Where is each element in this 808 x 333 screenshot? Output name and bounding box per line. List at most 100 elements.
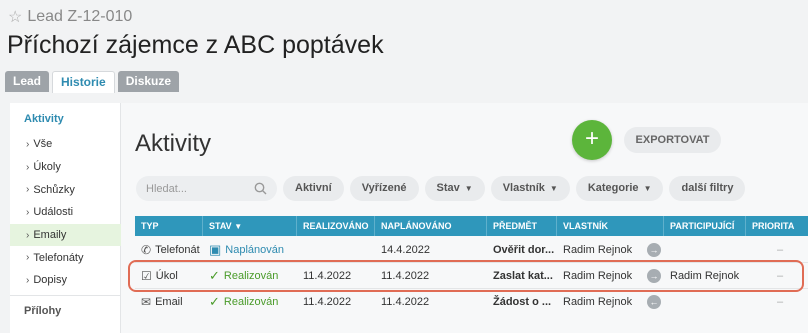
filter-label: Vyřízené	[361, 182, 407, 194]
search-input[interactable]: Hledat...	[136, 176, 277, 201]
sidebar-item-label: Emaily	[33, 229, 67, 242]
lead-id-text: Lead Z-12-010	[27, 8, 133, 25]
column-header-participujici[interactable]: PARTICIPUJÍCÍ	[664, 216, 746, 236]
chevron-down-icon: ▼	[643, 184, 652, 193]
sidebar-item-schuzky[interactable]: › Schůzky	[10, 178, 121, 201]
cell-subject[interactable]: Žádost o ...	[487, 290, 557, 314]
chevron-right-icon: ›	[26, 252, 30, 264]
filter-bar: Hledat... Aktivní Vyřízené Stav ▼ Vlastní…	[136, 176, 746, 201]
column-header-vlastnik[interactable]: VLASTNÍK	[557, 216, 664, 236]
row-highlight-outline	[128, 260, 804, 292]
sidebar-item-label: Telefonáty	[33, 251, 84, 264]
type-label: Telefonát	[155, 244, 200, 256]
phone-icon: ✆	[141, 243, 152, 257]
cell-realized: 11.4.2022	[303, 296, 352, 308]
add-button[interactable]: +	[572, 120, 612, 160]
sidebar: Aktivity › Vše › Úkoly › Schůzky › Události …	[10, 103, 121, 333]
chevron-down-icon: ▼	[549, 184, 558, 193]
filter-label: Vlastník	[502, 182, 545, 194]
filter-vyrizene[interactable]: Vyřízené	[349, 176, 419, 201]
column-header-priorita[interactable]: PRIORITA	[746, 216, 808, 236]
tab-diskuze[interactable]: Diskuze	[117, 71, 180, 92]
sidebar-item-label: Události	[33, 206, 74, 219]
lead-id: ☆ Lead Z-12-010	[8, 7, 132, 27]
sidebar-item-vse[interactable]: › Vše	[10, 133, 121, 156]
chevron-right-icon: ›	[26, 161, 30, 173]
sidebar-heading[interactable]: Aktivity	[24, 113, 64, 125]
sidebar-section-prilohy[interactable]: Přílohy	[24, 305, 61, 317]
filter-aktivni[interactable]: Aktivní	[283, 176, 344, 201]
cell-planned: 14.4.2022	[381, 244, 430, 256]
cell-type: ✆ Telefonát	[135, 238, 203, 262]
arrow-left-icon: ←	[647, 295, 661, 309]
type-label: Email	[155, 296, 183, 308]
calendar-icon: ▣	[209, 242, 222, 257]
cell-realized	[297, 238, 375, 262]
sidebar-item-telefonaty[interactable]: › Telefonáty	[10, 246, 121, 269]
chevron-right-icon: ›	[26, 138, 30, 150]
cell-type: ✉ Email	[135, 290, 203, 314]
chevron-right-icon: ›	[26, 274, 30, 286]
filter-vlastnik[interactable]: Vlastník ▼	[490, 176, 570, 201]
column-header-realizovano[interactable]: REALIZOVÁNO	[297, 216, 375, 236]
sidebar-item-dopisy[interactable]: › Dopisy	[10, 269, 121, 292]
chevron-down-icon: ▼	[464, 184, 473, 193]
tab-bar: Lead Historie Diskuze	[5, 71, 180, 93]
status-label: Naplánován	[225, 244, 285, 256]
cell-subject[interactable]: Ověřit dor...	[487, 238, 557, 262]
column-header-predmet[interactable]: PŘEDMĚT	[487, 216, 557, 236]
cell-participant	[664, 238, 746, 262]
table-header: TYP STAV ▼ REALIZOVÁNO NAPLÁNOVÁNO PŘEDM…	[135, 216, 808, 236]
cell-status: ▣ Naplánován	[203, 238, 297, 262]
email-icon: ✉	[141, 295, 152, 309]
cell-planned: 11.4.2022	[381, 296, 430, 308]
tab-lead[interactable]: Lead	[5, 71, 50, 92]
check-icon: ✓	[209, 294, 220, 309]
owner-label: Radim Rejnok	[563, 244, 633, 256]
chevron-right-icon: ›	[26, 229, 30, 241]
sidebar-item-label: Schůzky	[33, 183, 75, 196]
sidebar-item-emaily[interactable]: › Emaily	[10, 223, 121, 247]
cell-priority: –	[776, 244, 784, 256]
main-area: Aktivity + EXPORTOVAT Hledat... Aktivní …	[121, 103, 808, 333]
filter-label: Kategorie	[587, 182, 639, 194]
status-label: Realizován	[223, 296, 279, 308]
content-panel: Aktivity › Vše › Úkoly › Schůzky › Události …	[10, 103, 808, 333]
sidebar-list: › Vše › Úkoly › Schůzky › Události › Emaily ›…	[10, 133, 121, 292]
table-row[interactable]: ✉ Email ✓ Realizován 11.4.2022 11.4.2022 Ž…	[135, 290, 808, 314]
sidebar-item-label: Vše	[33, 138, 53, 151]
sidebar-item-ukoly[interactable]: › Úkoly	[10, 156, 121, 179]
cell-owner: Radim Rejnok →	[557, 238, 664, 262]
filter-label: další filtry	[681, 182, 734, 194]
cell-status: ✓ Realizován	[203, 290, 297, 314]
search-placeholder: Hledat...	[146, 182, 187, 195]
arrow-right-icon: →	[647, 243, 661, 257]
sidebar-divider	[10, 295, 121, 296]
sidebar-item-label: Dopisy	[33, 274, 67, 287]
filter-stav[interactable]: Stav ▼	[424, 176, 485, 201]
filter-dalsi[interactable]: další filtry	[669, 176, 746, 201]
column-header-label: STAV	[209, 221, 232, 231]
sidebar-item-label: Úkoly	[33, 161, 61, 174]
cell-priority: –	[776, 296, 784, 308]
sidebar-item-udalosti[interactable]: › Události	[10, 201, 121, 224]
cell-participant	[664, 290, 746, 314]
tab-historie[interactable]: Historie	[52, 71, 115, 93]
table-row[interactable]: ✆ Telefonát ▣ Naplánován 14.4.2022 Ověřit …	[135, 238, 808, 262]
column-header-stav[interactable]: STAV ▼	[203, 216, 297, 236]
filter-label: Stav	[436, 182, 460, 194]
owner-label: Radim Rejnok	[563, 296, 633, 308]
chevron-right-icon: ›	[26, 206, 30, 218]
page-title: Příchozí zájemce z ABC poptávek	[7, 31, 384, 59]
filter-kategorie[interactable]: Kategorie ▼	[575, 176, 664, 201]
sort-down-icon: ▼	[234, 222, 243, 231]
column-header-naplanovano[interactable]: NAPLÁNOVÁNO	[375, 216, 487, 236]
column-header-typ[interactable]: TYP	[135, 216, 203, 236]
export-button[interactable]: EXPORTOVAT	[624, 127, 721, 153]
filter-label: Aktivní	[295, 182, 332, 194]
activities-title: Aktivity	[135, 130, 212, 157]
search-icon	[254, 182, 267, 195]
page-header: ☆ Lead Z-12-010 Příchozí zájemce z ABC p…	[0, 0, 808, 96]
cell-owner: Radim Rejnok ←	[557, 290, 664, 314]
star-icon[interactable]: ☆	[8, 7, 22, 27]
